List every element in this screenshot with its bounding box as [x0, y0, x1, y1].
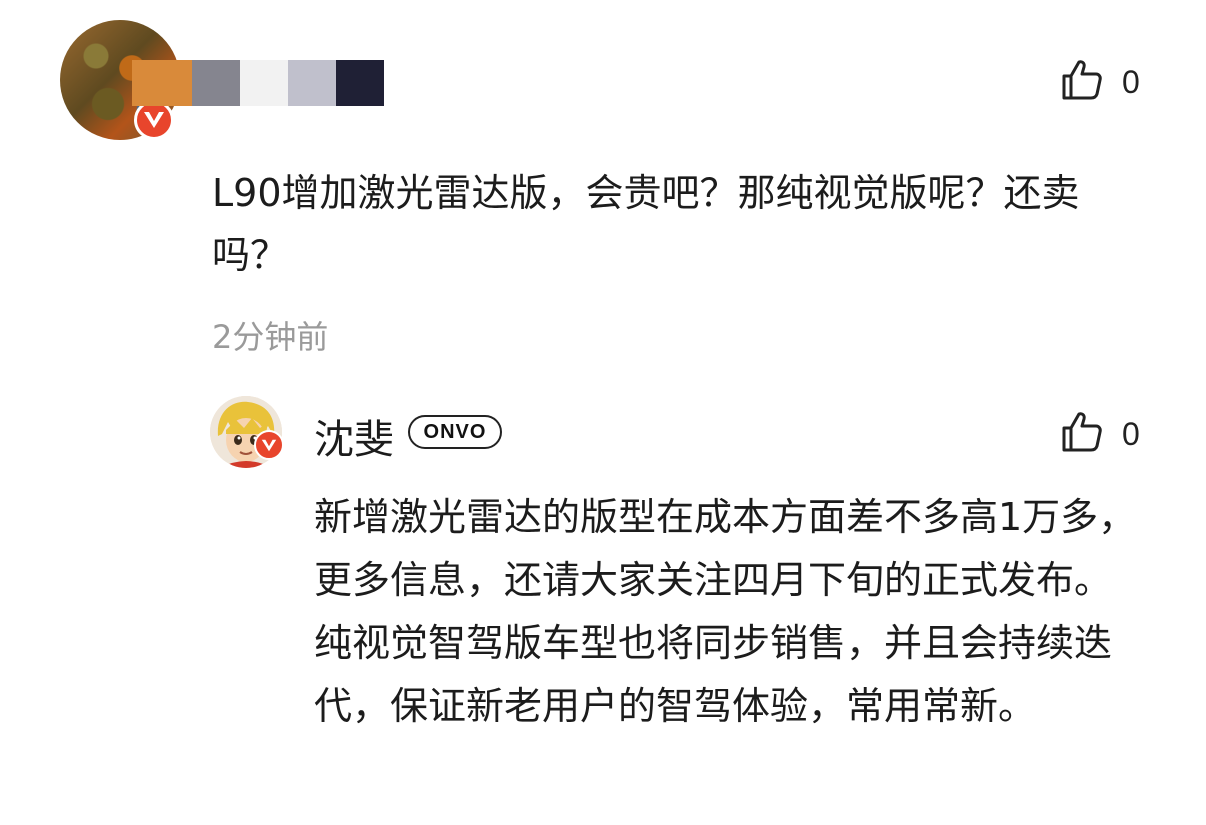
thumbs-up-icon	[1060, 58, 1104, 106]
verified-v-icon	[254, 430, 284, 460]
username-redaction	[288, 60, 336, 106]
comment-like-button[interactable]: 0	[1060, 58, 1140, 106]
reply-author-name[interactable]: 沈斐	[314, 407, 394, 465]
username-redaction	[132, 60, 192, 106]
thumbs-up-icon	[1060, 410, 1104, 458]
verified-v-icon	[134, 100, 174, 140]
reply-like-button[interactable]: 0	[1060, 410, 1140, 458]
username-redaction	[240, 60, 288, 106]
like-count: 0	[1122, 63, 1140, 100]
comment-text: L90增加激光雷达版，会贵吧？那纯视觉版呢？还卖吗？	[212, 171, 1080, 277]
like-count: 0	[1122, 415, 1140, 452]
comment-timestamp: 2分钟前	[212, 318, 329, 356]
username-redaction	[336, 60, 384, 106]
brand-tag-badge: ONVO	[408, 415, 502, 449]
username-redaction	[192, 60, 240, 106]
reply-text: 新增激光雷达的版型在成本方面差不多高1万多，更多信息，还请大家关注四月下旬的正式…	[314, 495, 1137, 728]
